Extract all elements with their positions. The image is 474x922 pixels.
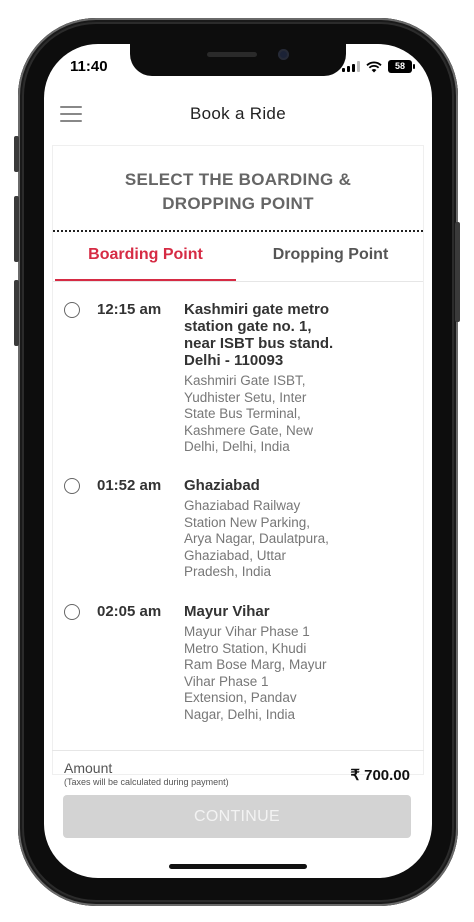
status-icons: 58 xyxy=(342,60,415,73)
tab-dropping-point[interactable]: Dropping Point xyxy=(238,238,423,282)
stop-address-line: Extension, Pandav xyxy=(184,690,297,705)
stop-time: 12:15 am xyxy=(97,301,162,318)
stop-address-line: Kashmere Gate, New xyxy=(184,422,314,438)
stop-name-line: station gate no. 1, xyxy=(184,318,312,335)
silent-switch xyxy=(14,136,19,172)
stop-time: 02:05 am xyxy=(97,603,162,620)
stop-address-line: Delhi, Delhi, India xyxy=(184,439,290,454)
stop-address: Mayur Vihar Phase 1 Metro Station, Khudi… xyxy=(184,624,364,723)
power-button xyxy=(455,222,460,322)
stop-address-line: Nagar, Delhi, India xyxy=(184,706,296,722)
stop-name-line: near ISBT bus stand. xyxy=(184,335,334,352)
stop-address-line: State Bus Terminal, xyxy=(184,406,301,421)
battery-icon: 58 xyxy=(388,60,415,73)
stop-address-line: Arya Nagar, Daulatpura, xyxy=(184,531,329,546)
list-item[interactable]: 12:15 am Kashmiri gate metro station gat… xyxy=(53,301,423,478)
page-title: Book a Ride xyxy=(190,104,286,123)
amount-value: ₹ 700.00 xyxy=(350,767,410,784)
stop-name-line: Ghaziabad xyxy=(184,477,260,494)
front-camera xyxy=(278,49,289,60)
status-time: 11:40 xyxy=(70,58,108,75)
stop-address-line: Vihar Phase 1 xyxy=(184,673,269,689)
volume-up-button xyxy=(14,196,19,262)
cellular-signal-icon xyxy=(342,61,360,72)
stop-address: Ghaziabad Railway Station New Parking, A… xyxy=(184,498,364,581)
volume-down-button xyxy=(14,280,19,346)
section-heading: SELECT THE BOARDING & DROPPING POINT xyxy=(53,168,423,216)
list-item[interactable]: 01:52 am Ghaziabad Ghaziabad Railway Sta… xyxy=(53,477,423,604)
stop-name: Ghaziabad xyxy=(184,477,364,494)
screen: 11:40 58 Book a Ride SELECT THE BOARDING… xyxy=(44,44,432,878)
stop-time: 01:52 am xyxy=(97,477,162,494)
stop-name: Kashmiri gate metro station gate no. 1, … xyxy=(184,301,364,369)
radio-unselected-icon[interactable] xyxy=(64,478,80,494)
notch xyxy=(130,44,346,76)
stop-address: Kashmiri Gate ISBT, Yudhister Setu, Inte… xyxy=(184,373,364,456)
list-item[interactable]: 02:05 am Mayur Vihar Mayur Vihar Phase 1… xyxy=(53,603,423,744)
stop-address-line: Station New Parking, xyxy=(184,514,311,530)
stop-address-line: Mayur Vihar Phase 1 xyxy=(184,624,310,639)
stop-address-line: Ghaziabad, Uttar xyxy=(184,547,287,563)
footer-divider xyxy=(52,750,424,751)
point-tabs: Boarding Point Dropping Point xyxy=(53,238,423,282)
continue-button[interactable]: CONTINUE xyxy=(63,795,411,838)
boarding-card: SELECT THE BOARDING & DROPPING POINT Boa… xyxy=(52,145,424,775)
stop-address-line: Ghaziabad Railway xyxy=(184,498,301,513)
stop-address-line: Kashmiri Gate ISBT, xyxy=(184,373,306,388)
stop-name: Mayur Vihar xyxy=(184,603,364,620)
boarding-point-list: 12:15 am Kashmiri gate metro station gat… xyxy=(53,301,423,744)
tax-note: (Taxes will be calculated during payment… xyxy=(64,777,229,787)
amount-label: Amount xyxy=(64,760,113,776)
stop-address-line: Yudhister Setu, Inter xyxy=(184,389,307,405)
wifi-icon xyxy=(366,61,382,72)
radio-unselected-icon[interactable] xyxy=(64,302,80,318)
stop-address-line: Ram Bose Marg, Mayur xyxy=(184,657,327,672)
stop-info: Mayur Vihar Mayur Vihar Phase 1 Metro St… xyxy=(184,603,364,723)
earpiece-speaker xyxy=(207,52,257,57)
tabs-divider xyxy=(53,281,423,282)
stop-info: Ghaziabad Ghaziabad Railway Station New … xyxy=(184,477,364,581)
radio-unselected-icon[interactable] xyxy=(64,604,80,620)
stop-address-line: Metro Station, Khudi xyxy=(184,640,307,656)
home-indicator[interactable] xyxy=(169,864,307,869)
stop-info: Kashmiri gate metro station gate no. 1, … xyxy=(184,301,364,456)
stop-address-line: Pradesh, India xyxy=(184,564,272,579)
dotted-divider xyxy=(53,230,423,232)
stop-name-line: Mayur Vihar xyxy=(184,603,270,620)
section-heading-line-1: SELECT THE BOARDING & xyxy=(124,170,352,189)
stop-name-line: Kashmiri gate metro xyxy=(184,301,330,318)
section-heading-line-2: DROPPING POINT xyxy=(162,194,314,213)
tab-boarding-point[interactable]: Boarding Point xyxy=(53,238,238,282)
stop-name-line: Delhi - 110093 xyxy=(184,352,284,369)
